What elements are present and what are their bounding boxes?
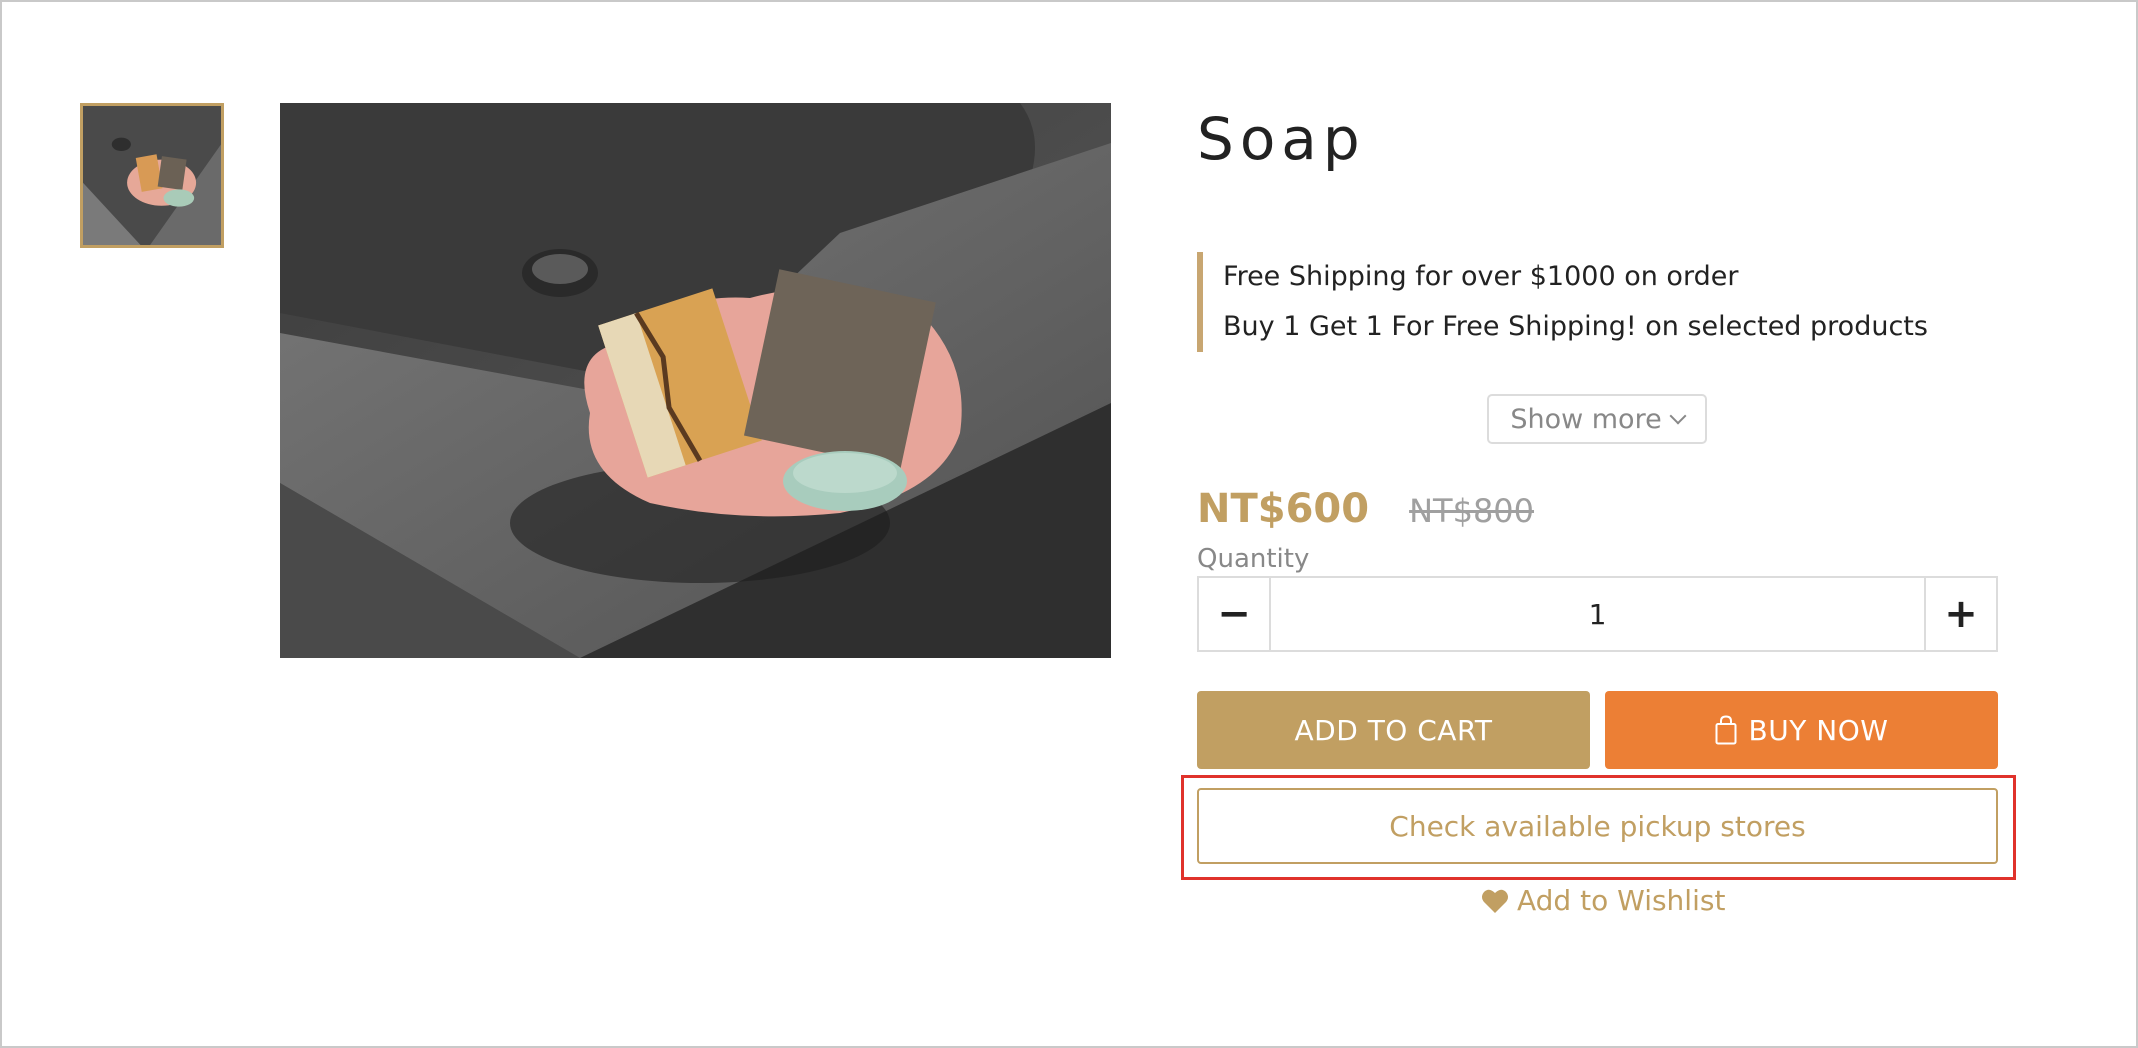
add-to-wishlist-link[interactable]: Add to Wishlist — [1481, 884, 1725, 917]
promotion-line: Buy 1 Get 1 For Free Shipping! on select… — [1223, 311, 1928, 342]
shopping-bag-icon — [1715, 715, 1737, 745]
add-to-cart-label: ADD TO CART — [1294, 713, 1493, 747]
product-thumbnail[interactable] — [80, 103, 224, 248]
quantity-stepper: − + — [1197, 576, 1998, 652]
check-pickup-stores-button[interactable]: Check available pickup stores — [1197, 788, 1998, 864]
show-more-label: Show more — [1510, 403, 1662, 435]
check-pickup-stores-label: Check available pickup stores — [1389, 809, 1806, 843]
promotion-line: Free Shipping for over $1000 on order — [1223, 261, 1739, 292]
add-to-cart-button[interactable]: ADD TO CART — [1197, 691, 1590, 769]
heart-icon — [1482, 889, 1508, 913]
show-more-button[interactable]: Show more — [1487, 394, 1707, 444]
product-title: Soap — [1197, 105, 1366, 173]
product-main-image — [280, 103, 1111, 658]
buy-now-label: BUY NOW — [1748, 713, 1889, 747]
add-to-wishlist-label: Add to Wishlist — [1517, 884, 1726, 917]
sale-price: NT$600 — [1197, 486, 1370, 532]
promotion-box: Free Shipping for over $1000 on order Bu… — [1197, 252, 1928, 352]
price-row: NT$600 NT$800 — [1197, 486, 1534, 532]
chevron-down-icon — [1669, 407, 1687, 425]
quantity-input[interactable] — [1271, 578, 1924, 650]
buy-now-button[interactable]: BUY NOW — [1605, 691, 1998, 769]
quantity-label: Quantity — [1197, 544, 1310, 574]
quantity-increase-button[interactable]: + — [1924, 578, 1996, 650]
quantity-decrease-button[interactable]: − — [1199, 578, 1271, 650]
original-price: NT$800 — [1409, 492, 1535, 530]
